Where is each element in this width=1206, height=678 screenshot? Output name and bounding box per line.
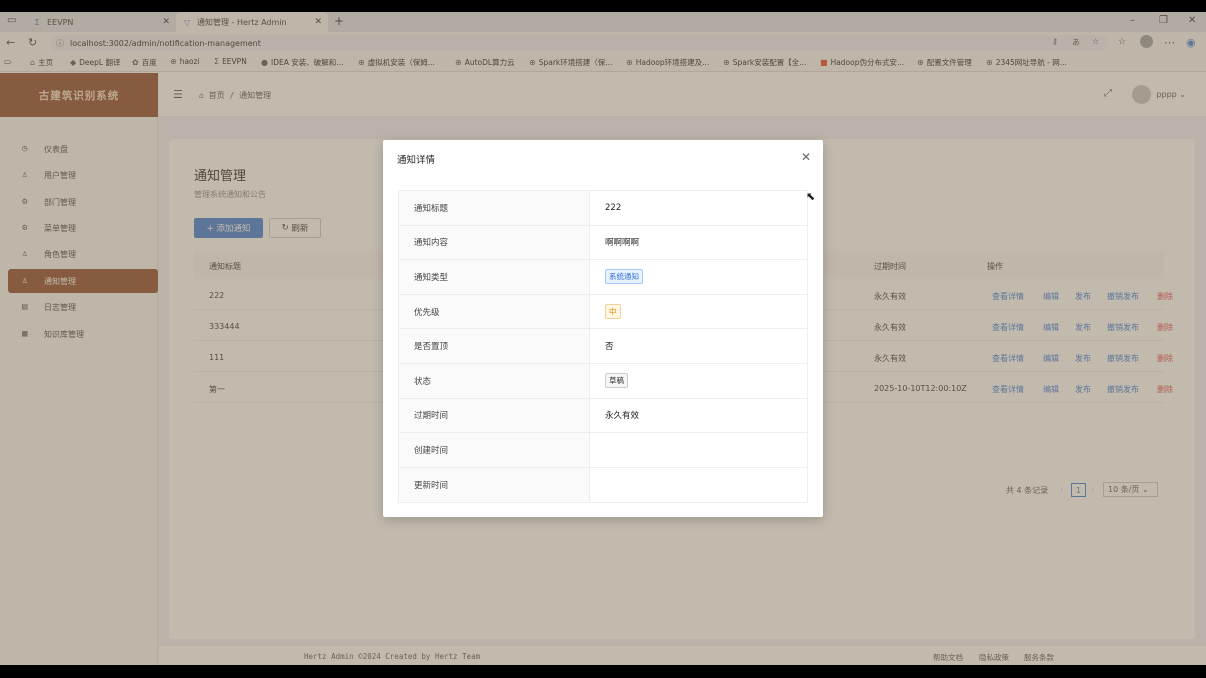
detail-row-status: 状态 草稿 [399,363,807,399]
detail-row-created: 创建时间 [399,433,807,468]
detail-value [590,433,807,467]
detail-label: 状态 [399,363,590,398]
detail-row-priority: 优先级 中 [399,294,807,330]
detail-label: 通知内容 [399,225,590,260]
detail-label: 通知类型 [399,260,590,294]
detail-label: 创建时间 [399,433,590,467]
mouse-cursor-icon: ⬉ [806,190,816,203]
detail-label: 优先级 [399,294,590,329]
detail-table: 通知标题 222 通知内容 啊啊啊啊 通知类型 系统通知 优先级 中 是否置顶 … [398,190,808,504]
browser-window: ▭ Σ EEVPN ✕ ▽ 通知管理 - Hertz Admin ✕ + – ❐… [0,12,1206,665]
detail-row-updated: 更新时间 [399,467,807,503]
detail-value: 啊啊啊啊 [605,238,640,249]
detail-value: 中 [590,295,807,329]
close-icon[interactable]: ✕ [801,150,811,164]
modal-title: 通知详情 [397,155,436,166]
type-tag: 系统通知 [605,269,643,285]
detail-value: 系统通知 [590,260,807,294]
priority-tag: 中 [605,304,621,320]
detail-row-expire: 过期时间 永久有效 [399,398,807,434]
detail-value: 否 [605,342,614,353]
detail-value: 永久有效 [605,411,640,422]
detail-row-pinned: 是否置顶 否 [399,329,807,364]
notification-detail-modal: 通知详情 ✕ 通知标题 222 通知内容 啊啊啊啊 通知类型 系统通知 优先级 … [383,140,823,517]
detail-label: 通知标题 [399,191,590,225]
detail-value: 222 [605,202,622,213]
detail-value [590,468,807,503]
detail-label: 是否置顶 [399,329,590,363]
detail-row-content: 通知内容 啊啊啊啊 [399,225,807,261]
detail-row-title: 通知标题 222 [399,191,807,226]
detail-row-type: 通知类型 系统通知 [399,260,807,295]
detail-value: 草稿 [590,364,807,398]
detail-label: 更新时间 [399,467,590,503]
detail-label: 过期时间 [399,398,590,433]
status-badge: 草稿 [605,373,628,389]
